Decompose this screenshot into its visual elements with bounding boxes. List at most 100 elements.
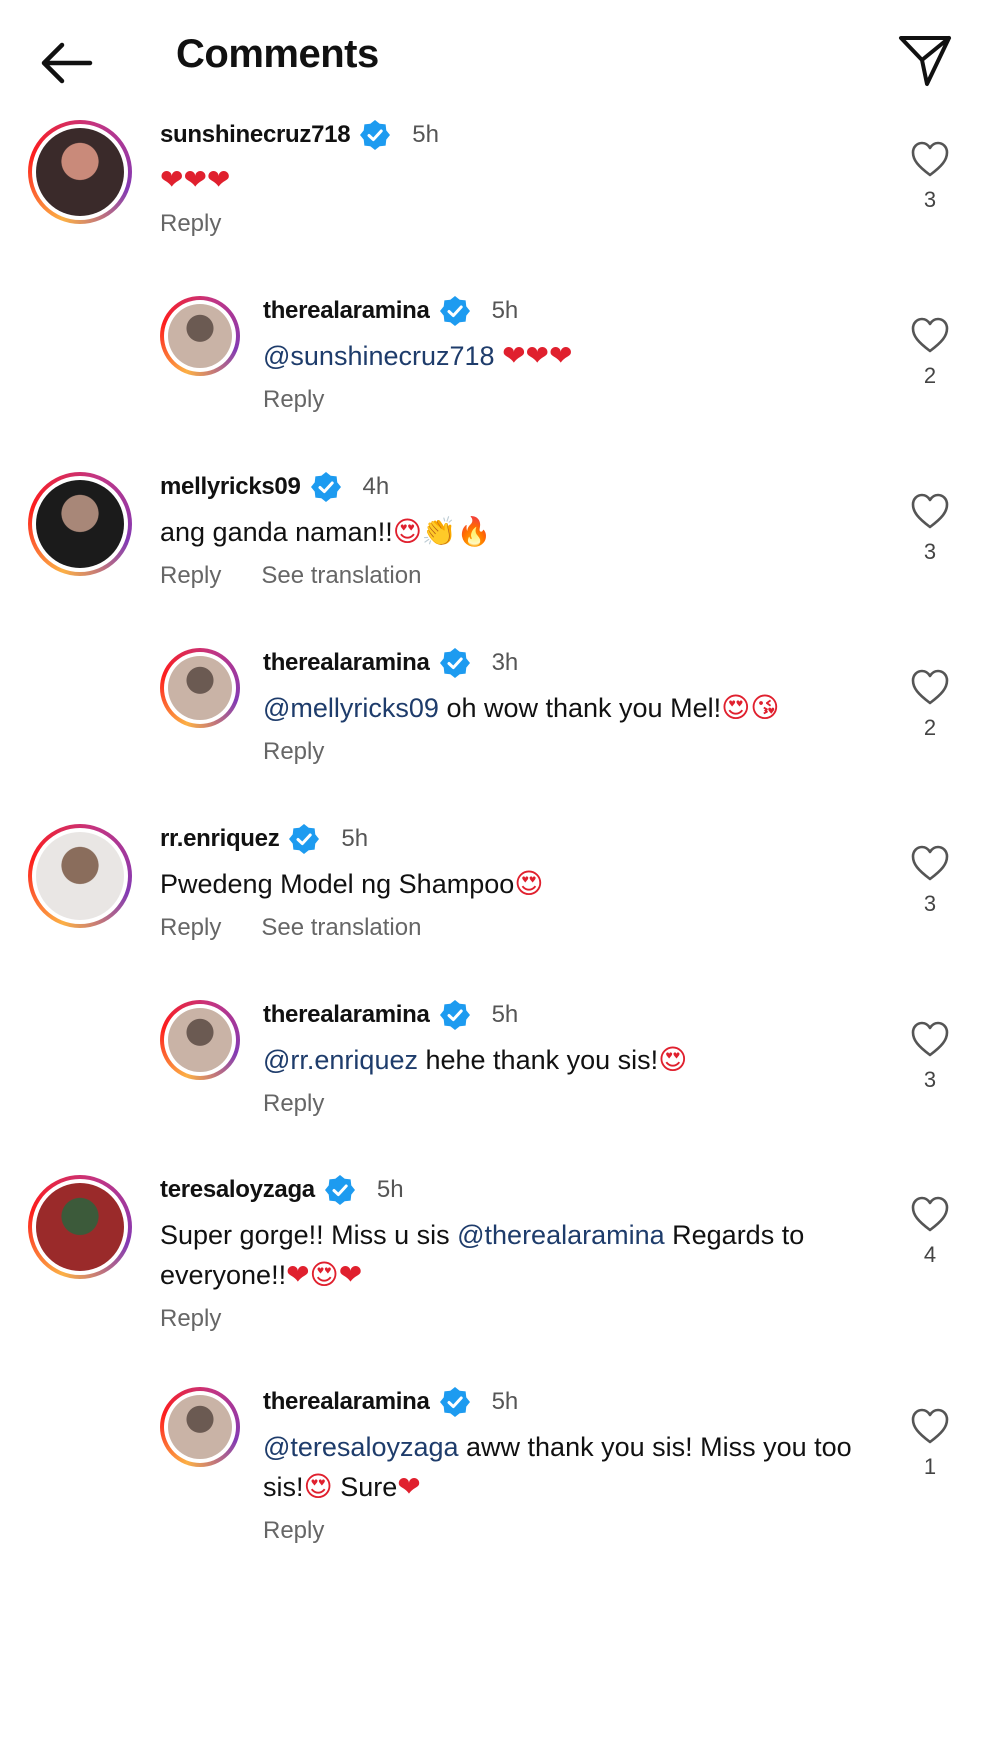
avatar[interactable]: [28, 824, 132, 928]
avatar[interactable]: [28, 1175, 132, 1279]
verified-badge-icon: [439, 1387, 470, 1417]
heart-outline-icon[interactable]: [910, 492, 950, 530]
avatar-photo: [36, 128, 124, 216]
emoji: ❤: [397, 1470, 421, 1503]
avatar-ring-inner: [32, 1179, 128, 1275]
username[interactable]: mellyricks09: [160, 473, 301, 501]
username[interactable]: therealaramina: [263, 1388, 430, 1416]
username[interactable]: therealaramina: [263, 649, 430, 677]
like-control: 1: [905, 1407, 955, 1480]
text-segment: oh wow thank you Mel!: [438, 693, 722, 723]
comment-actions: Reply See translation: [160, 562, 880, 590]
avatar[interactable]: [160, 1000, 240, 1080]
comment-body: teresaloyzaga 5h Super gorge!! Miss u sis …: [160, 1175, 880, 1333]
avatar-ring-inner: [164, 1391, 236, 1463]
like-count: 3: [923, 1067, 937, 1092]
see-translation-button[interactable]: See translation: [261, 914, 421, 942]
verified-badge-icon: [439, 1000, 470, 1030]
paper-plane-icon[interactable]: [895, 30, 955, 90]
heart-outline-icon[interactable]: [910, 668, 950, 706]
like-control: 2: [905, 668, 955, 741]
comment-text: @mellyricks09 oh wow thank you Mel!😍😘: [263, 688, 880, 728]
comment-actions: Reply: [263, 738, 880, 766]
timestamp: 5h: [491, 1388, 519, 1415]
username[interactable]: teresaloyzaga: [160, 1176, 315, 1204]
avatar-ring-inner: [164, 1004, 236, 1076]
emoji: 😍👏🔥: [392, 515, 492, 548]
avatar[interactable]: [160, 648, 240, 728]
verified-badge-icon: [439, 648, 470, 678]
comment-text: @rr.enriquez hehe thank you sis!😍: [263, 1040, 880, 1080]
comment-body: mellyricks09 4h ang ganda naman!!😍👏🔥 Reply S…: [160, 472, 880, 590]
avatar[interactable]: [160, 1387, 240, 1467]
avatar-ring-inner: [32, 828, 128, 924]
avatar-ring-inner: [164, 300, 236, 372]
avatar-photo: [168, 1008, 232, 1072]
comment-meta: mellyricks09 4h: [160, 472, 880, 502]
comment-text: ❤❤❤: [160, 160, 880, 200]
avatar[interactable]: [160, 296, 240, 376]
text-segment: Super gorge!! Miss u sis: [160, 1220, 458, 1250]
timestamp: 5h: [376, 1176, 404, 1203]
like-count: 3: [923, 539, 937, 564]
arrow-left-icon[interactable]: [36, 38, 96, 88]
comment-meta: therealaramina 5h: [263, 1000, 880, 1030]
heart-outline-icon[interactable]: [910, 316, 950, 354]
reply-button[interactable]: Reply: [160, 914, 221, 942]
username[interactable]: therealaramina: [263, 1001, 430, 1029]
username[interactable]: sunshinecruz718: [160, 121, 351, 149]
username[interactable]: therealaramina: [263, 297, 430, 325]
avatar[interactable]: [28, 120, 132, 224]
heart-outline-icon[interactable]: [910, 1195, 950, 1233]
avatar-ring-inner: [32, 124, 128, 220]
username[interactable]: rr.enriquez: [160, 825, 280, 853]
reply-button[interactable]: Reply: [263, 1517, 324, 1545]
text-segment: hehe thank you sis!: [417, 1045, 659, 1075]
mention-link[interactable]: @therealaramina: [457, 1220, 665, 1250]
comment-meta: teresaloyzaga 5h: [160, 1175, 880, 1205]
comment-actions: Reply: [263, 1090, 880, 1118]
see-translation-button[interactable]: See translation: [261, 562, 421, 590]
timestamp: 5h: [491, 297, 519, 324]
timestamp: 5h: [412, 121, 439, 148]
comment-body: sunshinecruz718 5h ❤❤❤ Reply: [160, 120, 880, 238]
like-control: 4: [905, 1195, 955, 1268]
comment-body: therealaramina 5h @rr.enriquez hehe thank …: [263, 1000, 880, 1118]
avatar-photo: [36, 832, 124, 920]
timestamp: 4h: [362, 473, 390, 500]
avatar[interactable]: [28, 472, 132, 576]
comment-body: rr.enriquez 5h Pwedeng Model ng Shampoo😍 Re…: [160, 824, 880, 942]
timestamp: 3h: [491, 649, 519, 676]
mention-link[interactable]: @mellyricks09: [263, 693, 439, 723]
like-control: 3: [905, 844, 955, 917]
mention-link[interactable]: @teresaloyzaga: [263, 1432, 459, 1462]
like-control: 3: [905, 140, 955, 213]
reply-button[interactable]: Reply: [263, 1090, 324, 1118]
heart-outline-icon[interactable]: [910, 140, 950, 178]
reply-button[interactable]: Reply: [160, 210, 221, 238]
comment-text: ang ganda naman!!😍👏🔥: [160, 512, 880, 552]
heart-outline-icon[interactable]: [910, 1020, 950, 1058]
mention-link[interactable]: @rr.enriquez: [263, 1045, 418, 1075]
avatar-photo: [168, 1395, 232, 1459]
comment-meta: therealaramina 3h: [263, 648, 880, 678]
heart-outline-icon[interactable]: [910, 844, 950, 882]
reply-button[interactable]: Reply: [263, 738, 324, 766]
verified-badge-icon: [289, 824, 320, 854]
comment-meta: therealaramina 5h: [263, 1387, 880, 1417]
heart-outline-icon[interactable]: [910, 1407, 950, 1445]
comment-text: Super gorge!! Miss u sis @therealaramina…: [160, 1215, 880, 1295]
verified-badge-icon: [360, 120, 391, 150]
timestamp: 5h: [491, 1001, 519, 1028]
comment-actions: Reply See translation: [160, 914, 880, 942]
like-control: 3: [905, 492, 955, 565]
avatar-ring-inner: [164, 652, 236, 724]
mention-link[interactable]: @sunshinecruz718: [263, 341, 495, 371]
reply-button[interactable]: Reply: [160, 1305, 221, 1333]
reply-button[interactable]: Reply: [263, 386, 324, 414]
comment-body: therealaramina 3h @mellyricks09 oh wow tha…: [263, 648, 880, 766]
reply-button[interactable]: Reply: [160, 562, 221, 590]
avatar-photo: [36, 480, 124, 568]
like-count: 3: [923, 891, 937, 916]
like-count: 3: [923, 187, 937, 212]
